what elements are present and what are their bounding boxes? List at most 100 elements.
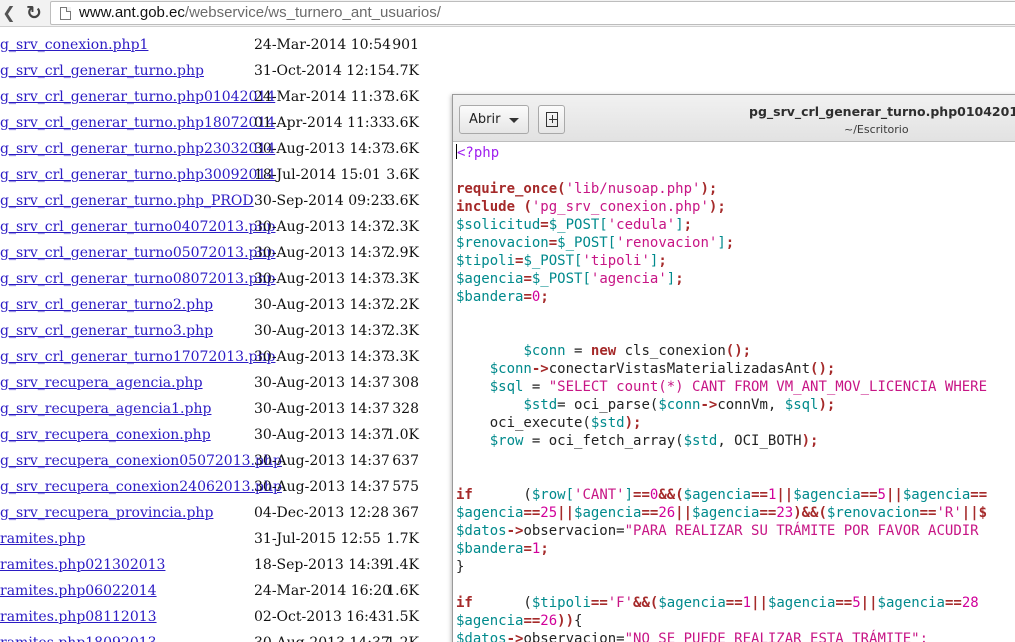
code-token: &&( xyxy=(658,487,684,503)
file-size: 3.6K xyxy=(386,141,419,157)
back-arrow-icon[interactable]: ❮ xyxy=(0,2,18,24)
file-link[interactable]: g_srv_recupera_provincia.php xyxy=(0,500,213,526)
browser-toolbar: ❮ ↻ www.ant.gob.ec/webservice/ws_turnero… xyxy=(0,0,1015,27)
code-token: = xyxy=(523,271,532,287)
code-line: $conn = new cls_conexion(); xyxy=(456,342,1015,360)
code-line: $datos->observacion="NO SE PUEDE REALIZA… xyxy=(456,630,1015,642)
code-token: = oci_parse( xyxy=(557,397,659,413)
code-token: == xyxy=(641,505,659,521)
file-link[interactable]: g_srv_crl_generar_turno2.php xyxy=(0,292,213,318)
code-line: $agencia==25||$agencia==26||$agencia==23… xyxy=(456,504,1015,522)
new-document-icon xyxy=(546,112,558,127)
code-token: == xyxy=(970,487,988,503)
code-token: $_POST[ xyxy=(523,253,583,269)
file-link[interactable]: g_srv_crl_generar_turno05072013.php xyxy=(0,240,275,266)
code-token: $agencia xyxy=(456,613,524,629)
file-link[interactable]: g_srv_crl_generar_turno.php_PROD xyxy=(0,188,254,214)
file-link[interactable]: g_srv_crl_generar_turno.php xyxy=(0,58,204,84)
code-token: = xyxy=(523,289,532,305)
file-date: 30-Aug-2013 14:37 xyxy=(254,141,390,157)
file-link[interactable]: g_srv_crl_generar_turno.php18072014 xyxy=(0,110,275,136)
code-token: 'tipoli' xyxy=(582,253,650,269)
code-token: = xyxy=(565,343,591,359)
code-token: -> xyxy=(700,397,718,413)
list-item: g_srv_crl_generar_turno04072013.php 30-Au… xyxy=(0,214,460,240)
file-link[interactable]: g_srv_recupera_conexion.php xyxy=(0,422,211,448)
code-token: require_once xyxy=(456,181,558,197)
list-item: g_srv_recupera_agencia1.php 30-Aug-2013 1… xyxy=(0,396,460,422)
code-token: == xyxy=(523,613,541,629)
file-date: 30-Aug-2013 14:37 xyxy=(254,401,390,417)
code-token: 23 xyxy=(776,505,794,521)
code-token: $datos xyxy=(456,631,507,642)
code-token: 26 xyxy=(658,505,676,521)
code-token: $bandera xyxy=(456,289,524,305)
code-token: -> xyxy=(506,631,524,642)
file-link[interactable]: g_srv_recupera_conexion24062013.php xyxy=(0,474,282,500)
window-title: pg_srv_crl_generar_turno.php01042014 xyxy=(749,104,1015,119)
code-view[interactable]: <?php require_once('lib/nusoap.php'); incl… xyxy=(456,144,1015,642)
code-token: 'lib/nusoap.php' xyxy=(565,181,701,197)
reload-icon[interactable]: ↻ xyxy=(22,2,46,24)
file-link[interactable]: g_srv_recupera_agencia1.php xyxy=(0,396,211,422)
file-link[interactable]: g_srv_crl_generar_turno.php30092014 xyxy=(0,162,275,188)
code-token: ( xyxy=(472,487,532,503)
file-link[interactable]: ramites.php xyxy=(0,526,85,552)
file-link[interactable]: g_srv_crl_generar_turno.php01042014 xyxy=(0,84,275,110)
code-line: require_once('lib/nusoap.php'); xyxy=(456,180,1015,198)
list-item: g_srv_crl_generar_turno.php23032014 30-Au… xyxy=(0,136,460,162)
code-token: == xyxy=(759,505,777,521)
file-link[interactable]: g_srv_crl_generar_turno3.php xyxy=(0,318,213,344)
file-link[interactable]: ramites.php08112013 xyxy=(0,604,157,630)
code-token: 'R' xyxy=(936,505,962,521)
file-date: 30-Aug-2013 14:37 xyxy=(254,427,390,443)
code-token: $agencia xyxy=(767,595,836,611)
new-document-button[interactable] xyxy=(538,105,565,134)
code-token: , OCI_BOTH xyxy=(717,433,802,449)
file-link[interactable]: g_srv_crl_generar_turno.php23032014 xyxy=(0,136,275,162)
code-token: $sql xyxy=(784,397,819,413)
code-line: $bandera=0; xyxy=(456,288,1015,306)
code-token: $conn xyxy=(489,361,532,377)
code-token: $agencia xyxy=(574,505,642,521)
list-item: g_srv_crl_generar_turno2.php 30-Aug-2013 … xyxy=(0,292,460,318)
file-link[interactable]: g_srv_crl_generar_turno04072013.php xyxy=(0,214,275,240)
list-item: g_srv_crl_generar_turno3.php 30-Aug-2013 … xyxy=(0,318,460,344)
file-link[interactable]: g_srv_recupera_agencia.php xyxy=(0,370,203,396)
editor-titlebar: Abrir pg_srv_crl_generar_turno.php010420… xyxy=(453,95,1015,142)
address-bar[interactable]: www.ant.gob.ec/webservice/ws_turnero_ant… xyxy=(50,1,1015,25)
code-token: $agencia xyxy=(877,595,945,611)
code-token: ||$ xyxy=(961,505,988,521)
code-token: ; xyxy=(540,541,549,557)
code-line: $sql = "SELECT count(*) CANT FROM VM_ANT… xyxy=(456,378,1015,396)
page-icon xyxy=(60,7,71,20)
code-token: 26 xyxy=(540,613,558,629)
open-button[interactable]: Abrir xyxy=(459,105,529,134)
file-link[interactable]: g_srv_recupera_conexion05072013.php xyxy=(0,448,282,474)
list-item: g_srv_conexion.php1 24-Mar-2014 10:54 901 xyxy=(0,32,460,58)
code-token: || xyxy=(557,505,575,521)
file-link[interactable]: g_srv_crl_generar_turno17072013.php xyxy=(0,344,275,370)
code-token: $agencia xyxy=(793,487,861,503)
code-token: $sql xyxy=(489,379,524,395)
file-link[interactable]: g_srv_conexion.php1 xyxy=(0,32,148,58)
file-link[interactable]: g_srv_crl_generar_turno08072013.php xyxy=(0,266,275,292)
code-token: include xyxy=(456,199,524,215)
code-line: $renovacion=$_POST['renovacion']; xyxy=(456,234,1015,252)
list-item: g_srv_recupera_provincia.php 04-Dec-2013 … xyxy=(0,500,460,526)
file-link[interactable]: ramites.php18092013 xyxy=(0,630,157,642)
url-host: www.ant.gob.ec xyxy=(79,4,185,21)
url-text[interactable]: www.ant.gob.ec/webservice/ws_turnero_ant… xyxy=(79,4,441,21)
file-link[interactable]: ramites.php021302013 xyxy=(0,552,165,578)
file-date: 18-Sep-2013 14:39 xyxy=(254,557,389,573)
code-token: 'CANT' xyxy=(574,487,625,503)
code-token: 1 xyxy=(742,595,752,611)
file-link[interactable]: ramites.php06022014 xyxy=(0,578,157,604)
file-date: 01-Apr-2014 11:33 xyxy=(254,115,388,131)
code-token: ( xyxy=(557,181,566,197)
code-token: $agencia xyxy=(692,505,760,521)
code-token: 'renovacion' xyxy=(616,235,718,251)
code-token: $renovacion xyxy=(826,505,920,521)
